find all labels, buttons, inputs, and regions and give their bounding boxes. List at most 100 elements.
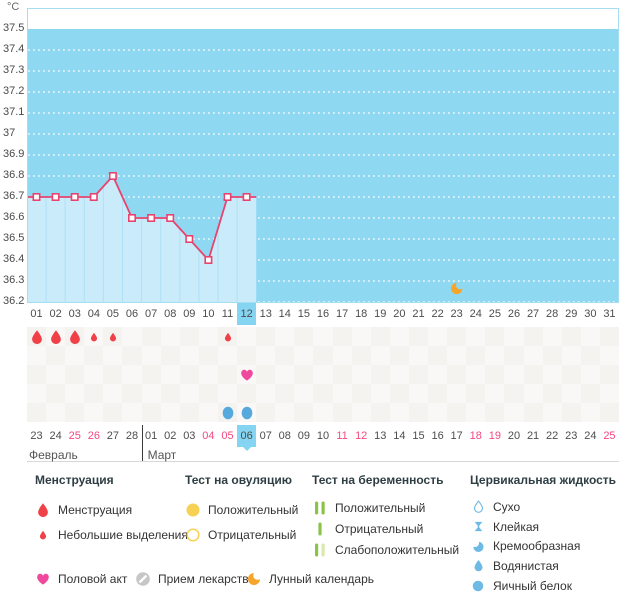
- cycle-day-cell[interactable]: 31: [600, 303, 619, 325]
- annotation-cell[interactable]: [275, 403, 295, 422]
- cycle-day-cell[interactable]: 18: [352, 303, 371, 325]
- annotation-cell[interactable]: [141, 327, 161, 346]
- annotation-cell[interactable]: [179, 384, 199, 403]
- calendar-date-cell[interactable]: 22: [543, 425, 562, 447]
- calendar-date-cell[interactable]: 03: [180, 425, 199, 447]
- annotation-cell[interactable]: [332, 327, 352, 346]
- annotation-cell[interactable]: [599, 327, 619, 346]
- annotation-cell[interactable]: [294, 384, 314, 403]
- annotation-cell[interactable]: [122, 384, 142, 403]
- annotation-cell[interactable]: [198, 365, 218, 384]
- cycle-day-cell[interactable]: 28: [543, 303, 562, 325]
- cycle-day-cell[interactable]: 14: [275, 303, 294, 325]
- annotation-cell[interactable]: [294, 346, 314, 365]
- cycle-day-cell[interactable]: 30: [581, 303, 600, 325]
- annotation-cell[interactable]: [523, 403, 543, 422]
- annotation-cell[interactable]: [351, 327, 371, 346]
- calendar-date-cell[interactable]: 09: [294, 425, 313, 447]
- annotation-cell[interactable]: [160, 403, 180, 422]
- annotation-cell[interactable]: [466, 346, 486, 365]
- annotation-cell[interactable]: [466, 403, 486, 422]
- annotation-cell[interactable]: [580, 403, 600, 422]
- annotation-cell[interactable]: [542, 346, 562, 365]
- annotation-cell[interactable]: [504, 365, 524, 384]
- annotation-cell[interactable]: [237, 327, 257, 346]
- annotation-cell[interactable]: [103, 403, 123, 422]
- annotation-cell[interactable]: [256, 365, 276, 384]
- annotation-cell[interactable]: [122, 327, 142, 346]
- cycle-day-cell[interactable]: 24: [466, 303, 485, 325]
- annotation-cell[interactable]: [447, 365, 467, 384]
- annotation-cell[interactable]: [160, 346, 180, 365]
- annotation-cell[interactable]: [237, 384, 257, 403]
- cycle-day-cell[interactable]: 08: [161, 303, 180, 325]
- calendar-date-cell[interactable]: 26: [84, 425, 103, 447]
- annotation-cell[interactable]: [198, 346, 218, 365]
- calendar-date-cell[interactable]: 24: [581, 425, 600, 447]
- calendar-date-cell[interactable]: 02: [161, 425, 180, 447]
- calendar-date-cell[interactable]: 28: [122, 425, 141, 447]
- annotation-cell[interactable]: [561, 365, 581, 384]
- cycle-day-cell[interactable]: 01: [27, 303, 46, 325]
- annotation-cell[interactable]: [65, 384, 85, 403]
- annotation-cell[interactable]: [389, 346, 409, 365]
- annotation-cell[interactable]: [256, 346, 276, 365]
- annotation-cell[interactable]: [103, 384, 123, 403]
- annotation-cell[interactable]: [46, 403, 66, 422]
- calendar-date-cell[interactable]: 19: [485, 425, 504, 447]
- annotation-cell[interactable]: [27, 384, 47, 403]
- annotation-cell[interactable]: [466, 327, 486, 346]
- annotation-cell[interactable]: [179, 365, 199, 384]
- annotation-cell[interactable]: [179, 403, 199, 422]
- calendar-date-cell-today[interactable]: 06: [237, 425, 257, 447]
- calendar-date-cell[interactable]: 17: [447, 425, 466, 447]
- calendar-date-cell[interactable]: 11: [333, 425, 352, 447]
- calendar-date-cell[interactable]: 10: [313, 425, 332, 447]
- cycle-day-cell[interactable]: 20: [390, 303, 409, 325]
- annotation-cell[interactable]: [27, 346, 47, 365]
- annotation-cell[interactable]: [504, 403, 524, 422]
- annotation-cell[interactable]: [485, 346, 505, 365]
- annotation-cell[interactable]: [46, 365, 66, 384]
- annotation-cell[interactable]: [408, 346, 429, 365]
- annotation-cell[interactable]: [428, 346, 448, 365]
- annotation-cell[interactable]: [313, 365, 333, 384]
- calendar-date-cell[interactable]: 16: [428, 425, 447, 447]
- annotation-cell[interactable]: [84, 403, 104, 422]
- calendar-date-cell[interactable]: 04: [199, 425, 218, 447]
- annotation-cell[interactable]: [408, 365, 429, 384]
- cycle-day-cell[interactable]: 07: [142, 303, 161, 325]
- cycle-day-cell[interactable]: 15: [294, 303, 313, 325]
- calendar-date-cell[interactable]: 20: [504, 425, 523, 447]
- annotation-cell[interactable]: [332, 403, 352, 422]
- annotation-cell[interactable]: [256, 384, 276, 403]
- annotation-cell[interactable]: [542, 384, 562, 403]
- annotation-cell[interactable]: [103, 346, 123, 365]
- cycle-day-cell[interactable]: 04: [84, 303, 103, 325]
- annotation-cell[interactable]: [599, 365, 619, 384]
- annotation-cell[interactable]: [447, 403, 467, 422]
- annotation-cell[interactable]: [447, 327, 467, 346]
- calendar-date-cell[interactable]: 12: [352, 425, 371, 447]
- calendar-date-cell[interactable]: 01: [142, 425, 161, 447]
- annotation-cell[interactable]: [217, 384, 238, 403]
- annotation-cell[interactable]: [408, 403, 429, 422]
- annotation-cell[interactable]: [65, 365, 85, 384]
- annotation-cell[interactable]: [198, 403, 218, 422]
- annotation-cell[interactable]: [542, 327, 562, 346]
- cycle-day-cell[interactable]: 21: [409, 303, 428, 325]
- calendar-date-cell[interactable]: 18: [466, 425, 485, 447]
- annotation-cell[interactable]: [294, 327, 314, 346]
- annotation-cell[interactable]: [141, 384, 161, 403]
- annotation-cell[interactable]: [160, 327, 180, 346]
- annotation-cell[interactable]: [428, 327, 448, 346]
- annotation-cell[interactable]: [332, 346, 352, 365]
- annotation-cell[interactable]: [370, 384, 390, 403]
- annotation-cell[interactable]: [428, 403, 448, 422]
- calendar-date-cell[interactable]: 13: [371, 425, 390, 447]
- annotation-cell[interactable]: [580, 384, 600, 403]
- annotation-cell[interactable]: [389, 384, 409, 403]
- annotation-cell[interactable]: [580, 365, 600, 384]
- calendar-date-cell[interactable]: 23: [27, 425, 46, 447]
- annotation-cell[interactable]: [27, 365, 47, 384]
